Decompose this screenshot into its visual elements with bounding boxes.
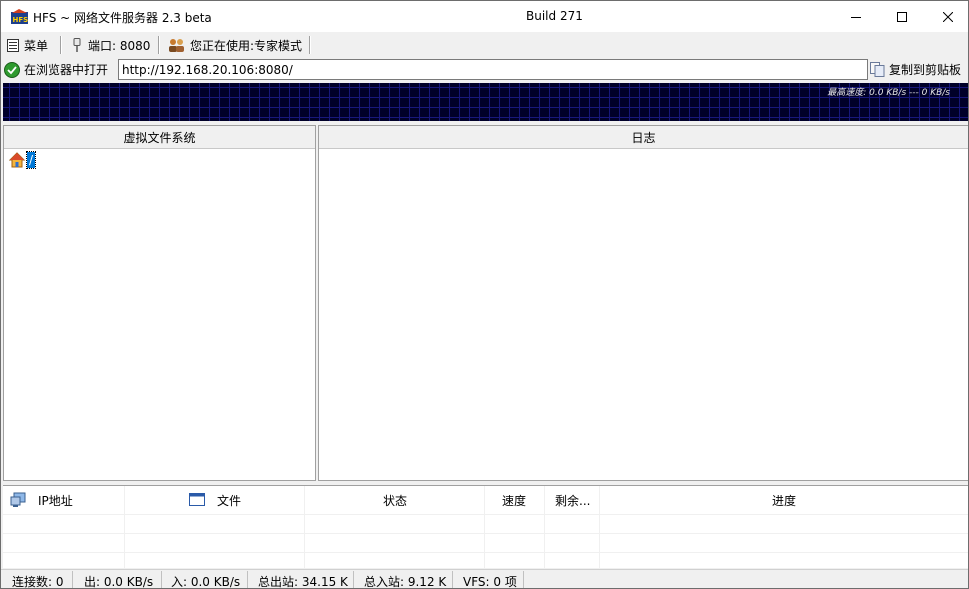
url-toolbar: 在浏览器中打开 复制到剪贴板 [1,57,968,82]
log-header-label: 日志 [631,130,656,145]
open-in-browser-label: 在浏览器中打开 [24,63,109,77]
minimize-button[interactable] [833,1,879,32]
connections-list[interactable]: IP地址 文件 状态 速度 剩余... 进度 [3,485,968,569]
vfs-header: 虚拟文件系统 [4,126,315,149]
minimize-icon [851,16,861,18]
status-separator [72,571,73,588]
port-button[interactable]: 端口: 8080 [71,35,150,55]
users-icon [169,39,184,52]
status-separator [523,571,524,588]
log-pane[interactable]: 日志 [318,125,968,481]
status-connections: 连接数: 0 [12,575,64,589]
main-toolbar: 菜单 端口: 8080 您正在使用:专家模式 [1,33,968,57]
column-file-title: 文件 [217,494,242,508]
menu-icon [7,38,19,52]
build-label: Build 271 [526,9,583,23]
column-ip[interactable]: IP地址 [3,486,125,569]
status-separator [353,571,354,588]
column-file[interactable]: 文件 [125,486,305,569]
hfs-window: HFS HFS ~ 网络文件服务器 2.3 beta Build 271 菜单 [0,0,969,589]
port-label: 端口: 8080 [88,38,151,53]
column-remaining-title: 剩余... [555,494,591,508]
url-field[interactable] [118,59,868,80]
mode-button[interactable]: 您正在使用:专家模式 [168,35,302,55]
column-status-title: 状态 [383,494,408,508]
column-ip-title: IP地址 [38,494,73,508]
vfs-header-label: 虚拟文件系统 [123,130,196,145]
status-separator [247,571,248,588]
close-button[interactable] [925,1,968,32]
globe-icon [4,61,20,78]
home-icon [9,152,25,168]
status-separator [452,571,453,588]
plug-icon [73,37,81,52]
vfs-pane[interactable]: 虚拟文件系统 / [3,125,316,481]
network-icon [10,492,26,507]
mode-label: 您正在使用:专家模式 [190,38,303,53]
svg-text:HFS: HFS [13,16,29,24]
menu-button[interactable]: 菜单 [7,35,48,55]
status-total-in: 总入站: 9.12 K [364,575,447,589]
title-bar[interactable]: HFS HFS ~ 网络文件服务器 2.3 beta Build 271 [1,1,968,32]
status-vfs: VFS: 0 项 [463,575,517,589]
status-bar: 连接数: 0 出: 0.0 KB/s 入: 0.0 KB/s 总出站: 34.1… [1,569,968,589]
status-in: 入: 0.0 KB/s [171,575,241,589]
log-header: 日志 [319,126,968,149]
window-title: HFS ~ 网络文件服务器 2.3 beta [33,11,212,25]
hfs-logo-icon: HFS [11,9,28,24]
column-status[interactable]: 状态 [305,486,485,569]
copy-to-clipboard-button[interactable]: 复制到剪贴板 [870,59,961,80]
status-separator [161,571,162,588]
toolbar-separator [309,36,311,54]
toolbar-separator [158,36,160,54]
vfs-root-label: / [25,151,37,169]
column-remaining[interactable]: 剩余... [545,486,600,569]
close-icon [943,11,953,22]
speed-graph: 最高速度: 0.0 KB/s --- 0 KB/s [3,83,968,121]
copy-label: 复制到剪贴板 [889,63,962,77]
status-total-out: 总出站: 34.15 K [258,575,348,589]
column-progress-title: 进度 [772,494,797,508]
toolbar-separator [60,36,62,54]
status-out: 出: 0.0 KB/s [84,575,154,589]
column-speed[interactable]: 速度 [485,486,545,569]
speed-graph-label: 最高速度: 0.0 KB/s --- 0 KB/s [827,88,950,98]
vfs-root-node[interactable]: / [9,151,37,169]
clipboard-icon [870,62,885,77]
column-progress[interactable]: 进度 [600,486,968,569]
file-window-icon [189,493,205,506]
maximize-button[interactable] [879,1,925,32]
menu-label: 菜单 [24,38,49,53]
maximize-icon [897,11,907,22]
column-speed-title: 速度 [502,494,527,508]
open-in-browser-button[interactable]: 在浏览器中打开 [4,59,108,80]
